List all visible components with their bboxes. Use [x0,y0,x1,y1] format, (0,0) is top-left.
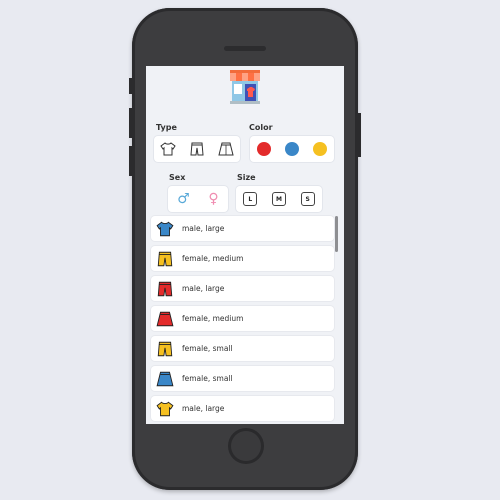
list-item[interactable]: female, medium [151,246,334,271]
size-medium-button[interactable]: M [271,192,286,206]
tshirt-icon [156,401,174,416]
size-filter: L M S [236,186,322,212]
item-label: female, medium [182,314,244,323]
type-filter [154,136,240,162]
color-filter [250,136,334,162]
list-item[interactable]: male, large [151,396,334,421]
size-small-button[interactable]: S [300,192,315,206]
list-item[interactable]: female, small [151,336,334,361]
volume-up-button [129,108,132,138]
color-red-swatch[interactable] [257,142,271,156]
skirt-icon[interactable] [218,141,234,157]
sex-filter: ♂ ♀ [168,186,228,212]
female-symbol-icon[interactable]: ♀ [208,192,218,206]
tshirt-icon[interactable] [160,141,177,157]
store-logo-icon [230,70,260,104]
size-large-button[interactable]: L [243,192,258,206]
color-blue-swatch[interactable] [285,142,299,156]
color-label: Color [249,123,273,132]
list-item[interactable]: female, small [151,366,334,391]
type-label: Type [156,123,177,132]
item-label: male, large [182,224,225,233]
tshirt-icon [156,221,174,236]
shorts-icon[interactable] [189,141,205,157]
shorts-icon [157,281,173,296]
app-screen: Type Color Sex ♂ ♀ Size L M S male, larg… [146,66,344,424]
list-item[interactable]: male, large [151,276,334,301]
item-label: female, medium [182,254,244,263]
item-label: male, large [182,404,225,413]
shorts-icon [157,251,173,266]
color-yellow-swatch[interactable] [313,142,327,156]
male-symbol-icon[interactable]: ♂ [177,192,190,206]
speaker-grille [224,46,266,51]
skirt-icon [156,371,174,386]
list-scrollbar[interactable] [335,216,338,252]
skirt-icon [156,311,174,326]
list-item[interactable]: female, medium [151,306,334,331]
sex-label: Sex [169,173,186,182]
size-label: Size [237,173,256,182]
item-label: female, small [182,344,233,353]
mute-switch [129,78,132,94]
product-list: male, large female, medium male, large f… [151,216,334,424]
home-button[interactable] [228,428,264,464]
power-button [358,113,361,157]
phone-frame: Type Color Sex ♂ ♀ Size L M S male, larg… [129,8,361,490]
shorts-icon [157,341,173,356]
volume-down-button [129,146,132,176]
list-item[interactable]: male, large [151,216,334,241]
item-label: male, large [182,284,225,293]
item-label: female, small [182,374,233,383]
